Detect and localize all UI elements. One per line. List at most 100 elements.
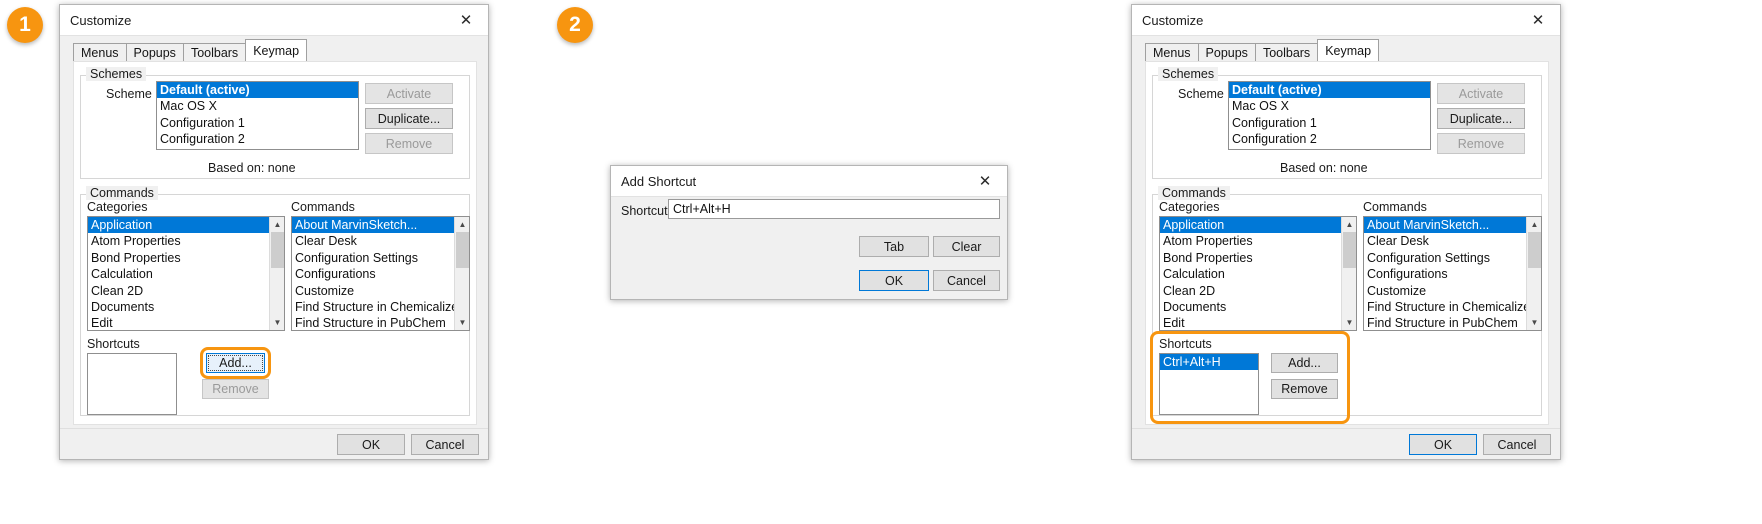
scheme-item-1[interactable]: Mac OS X [1229, 98, 1430, 114]
command-item-1[interactable]: Clear Desk [292, 233, 469, 249]
categories-scrollbar[interactable]: ▲ ▼ [1341, 217, 1356, 330]
command-item-4[interactable]: Customize [1364, 283, 1541, 299]
scroll-down-icon[interactable]: ▼ [270, 315, 284, 330]
add-shortcut-button[interactable]: Add... [206, 353, 265, 373]
scheme-item-0[interactable]: Default (active) [1229, 82, 1430, 99]
tab-popups[interactable]: Popups [1197, 43, 1256, 61]
command-item-6[interactable]: Find Structure in PubChem [292, 315, 469, 330]
tab-menus[interactable]: Menus [73, 43, 127, 61]
close-icon[interactable]: ✕ [444, 5, 488, 35]
command-item-2[interactable]: Configuration Settings [1364, 250, 1541, 266]
tab-keymap[interactable]: Keymap [245, 39, 308, 61]
shortcuts-listbox[interactable] [87, 353, 177, 415]
category-item-5[interactable]: Documents [88, 299, 284, 315]
duplicate-button[interactable]: Duplicate... [1437, 108, 1525, 129]
category-item-3[interactable]: Calculation [88, 266, 284, 282]
category-item-6[interactable]: Edit [1160, 315, 1356, 330]
category-item-4[interactable]: Clean 2D [1160, 283, 1356, 299]
scheme-listbox[interactable]: Default (active) Mac OS X Configuration … [156, 81, 359, 150]
tab-menus[interactable]: Menus [1145, 43, 1199, 61]
scheme-item-2[interactable]: Configuration 1 [1229, 115, 1430, 131]
ok-button[interactable]: OK [337, 434, 405, 455]
remove-scheme-button[interactable]: Remove [365, 133, 453, 154]
categories-listbox[interactable]: Application Atom Properties Bond Propert… [1159, 216, 1357, 331]
scheme-item-1[interactable]: Mac OS X [157, 98, 358, 114]
ok-button[interactable]: OK [859, 270, 929, 291]
category-item-2[interactable]: Bond Properties [1160, 250, 1356, 266]
scrollbar-thumb[interactable] [1528, 232, 1541, 268]
command-item-5[interactable]: Find Structure in Chemicalize [292, 299, 469, 315]
command-item-6[interactable]: Find Structure in PubChem [1364, 315, 1541, 330]
scroll-up-icon[interactable]: ▲ [1342, 217, 1356, 232]
tab-keymap[interactable]: Keymap [1317, 39, 1380, 61]
tabstrip: Menus Popups Toolbars Keymap [1145, 39, 1380, 61]
scroll-up-icon[interactable]: ▲ [270, 217, 284, 232]
scroll-up-icon[interactable]: ▲ [1527, 217, 1541, 232]
command-item-4[interactable]: Customize [292, 283, 469, 299]
scrollbar-thumb[interactable] [1343, 232, 1356, 268]
based-on-label: Based on: none [208, 161, 296, 175]
category-item-2[interactable]: Bond Properties [88, 250, 284, 266]
tab-popups[interactable]: Popups [125, 43, 184, 61]
command-item-0[interactable]: About MarvinSketch... [1364, 217, 1529, 234]
command-item-0[interactable]: About MarvinSketch... [292, 217, 457, 234]
footer-divider [1132, 428, 1560, 429]
category-item-0[interactable]: Application [88, 217, 272, 234]
tab-toolbars[interactable]: Toolbars [182, 43, 247, 61]
scroll-up-icon[interactable]: ▲ [455, 217, 469, 232]
category-item-4[interactable]: Clean 2D [88, 283, 284, 299]
close-icon[interactable]: ✕ [963, 166, 1007, 196]
category-item-3[interactable]: Calculation [1160, 266, 1356, 282]
category-item-5[interactable]: Documents [1160, 299, 1356, 315]
tab-toolbars[interactable]: Toolbars [1254, 43, 1319, 61]
commands-scrollbar[interactable]: ▲ ▼ [1526, 217, 1541, 330]
shortcuts-listbox[interactable]: Ctrl+Alt+H [1159, 353, 1259, 415]
commands-scrollbar[interactable]: ▲ ▼ [454, 217, 469, 330]
close-icon[interactable]: ✕ [1516, 5, 1560, 35]
scrollbar-thumb[interactable] [456, 232, 469, 268]
clear-button[interactable]: Clear [933, 236, 1000, 257]
scroll-down-icon[interactable]: ▼ [1527, 315, 1541, 330]
categories-scrollbar[interactable]: ▲ ▼ [269, 217, 284, 330]
cancel-button[interactable]: Cancel [1483, 434, 1551, 455]
categories-label: Categories [1159, 200, 1220, 214]
activate-button[interactable]: Activate [365, 83, 453, 104]
shortcuts-label: Shortcuts [87, 337, 140, 351]
dialog-title: Customize [70, 12, 132, 28]
schemes-group-label: Schemes [86, 67, 147, 81]
remove-scheme-button[interactable]: Remove [1437, 133, 1525, 154]
remove-shortcut-button[interactable]: Remove [1271, 379, 1338, 399]
commands-listbox[interactable]: About MarvinSketch... Clear Desk Configu… [1363, 216, 1542, 331]
step-badge-1: 1 [7, 7, 43, 43]
scheme-item-3[interactable]: Configuration 2 [1229, 131, 1430, 147]
scroll-down-icon[interactable]: ▼ [1342, 315, 1356, 330]
shortcut-input[interactable]: Ctrl+Alt+H [668, 199, 1000, 219]
scroll-down-icon[interactable]: ▼ [455, 315, 469, 330]
scheme-item-2[interactable]: Configuration 1 [157, 115, 358, 131]
command-item-5[interactable]: Find Structure in Chemicalize [1364, 299, 1541, 315]
command-item-3[interactable]: Configurations [292, 266, 469, 282]
command-item-1[interactable]: Clear Desk [1364, 233, 1541, 249]
category-item-1[interactable]: Atom Properties [88, 233, 284, 249]
titlebar: Add Shortcut ✕ [611, 166, 1007, 197]
command-item-3[interactable]: Configurations [1364, 266, 1541, 282]
categories-listbox[interactable]: Application Atom Properties Bond Propert… [87, 216, 285, 331]
scheme-item-0[interactable]: Default (active) [157, 82, 358, 99]
shortcut-item-0[interactable]: Ctrl+Alt+H [1160, 354, 1258, 371]
cancel-button[interactable]: Cancel [933, 270, 1000, 291]
tab-button[interactable]: Tab [859, 236, 929, 257]
scheme-item-3[interactable]: Configuration 2 [157, 131, 358, 147]
scheme-listbox[interactable]: Default (active) Mac OS X Configuration … [1228, 81, 1431, 150]
add-shortcut-button[interactable]: Add... [1271, 353, 1338, 373]
ok-button[interactable]: OK [1409, 434, 1477, 455]
remove-shortcut-button[interactable]: Remove [202, 379, 269, 399]
category-item-6[interactable]: Edit [88, 315, 284, 330]
activate-button[interactable]: Activate [1437, 83, 1525, 104]
commands-listbox[interactable]: About MarvinSketch... Clear Desk Configu… [291, 216, 470, 331]
cancel-button[interactable]: Cancel [411, 434, 479, 455]
scrollbar-thumb[interactable] [271, 232, 284, 268]
category-item-1[interactable]: Atom Properties [1160, 233, 1356, 249]
command-item-2[interactable]: Configuration Settings [292, 250, 469, 266]
duplicate-button[interactable]: Duplicate... [365, 108, 453, 129]
category-item-0[interactable]: Application [1160, 217, 1344, 234]
